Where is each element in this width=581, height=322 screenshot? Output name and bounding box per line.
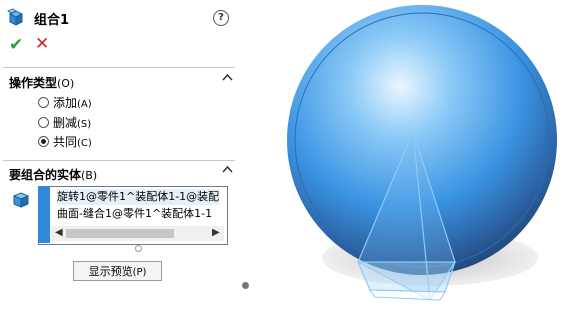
resize-handle[interactable]	[135, 245, 142, 252]
list-item[interactable]: 曲面-缝合1@零件1^装配体1-1	[57, 206, 212, 222]
radio-add[interactable]: 添加(A)	[38, 94, 92, 110]
radio-common-label: 共同(C)	[53, 134, 92, 149]
operation-type-title: 操作类型	[9, 76, 58, 90]
radio-common-control[interactable]	[38, 135, 49, 147]
ok-button[interactable]: ✔	[9, 37, 23, 54]
show-preview-button[interactable]: 显示预览(P)	[73, 261, 162, 281]
bodies-to-combine-header[interactable]: 要组合的实体(B)	[9, 166, 97, 183]
list-item[interactable]: 旋转1@零件1^装配体1-1@装配	[57, 189, 220, 205]
divider	[3, 67, 235, 68]
cancel-button[interactable]: ✕	[35, 36, 49, 53]
feature-title: 组合1	[34, 12, 70, 28]
operation-type-header[interactable]: 操作类型(O)	[9, 74, 74, 91]
radio-add-control[interactable]	[38, 96, 49, 108]
model-view	[287, 5, 557, 301]
pyramid-base-rim	[369, 289, 446, 301]
bodies-to-combine-shortcut: (B)	[81, 169, 98, 182]
scroll-right-icon[interactable]: ▶	[212, 227, 220, 238]
radio-add-label: 添加(A)	[53, 95, 92, 110]
chevron-up-icon[interactable]	[222, 72, 233, 86]
property-manager-panel: 组合1 ? ✔ ✕ 操作类型(O) 添加(A) 删减(S) 共同(C) 要组合的…	[0, 0, 243, 322]
help-button[interactable]: ?	[213, 10, 229, 26]
panel-splitter[interactable]	[242, 0, 250, 322]
scroll-thumb[interactable]	[66, 229, 174, 238]
divider	[3, 160, 235, 161]
radio-subtract-control[interactable]	[38, 116, 49, 128]
pyramid-base	[357, 261, 456, 293]
list-selection-accent	[38, 186, 50, 243]
graphics-viewport[interactable]	[250, 0, 581, 322]
scroll-left-icon[interactable]: ◀	[55, 227, 63, 238]
radio-common[interactable]: 共同(C)	[38, 133, 92, 149]
radio-subtract-label: 删减(S)	[53, 115, 92, 130]
radio-subtract[interactable]: 删减(S)	[38, 114, 91, 130]
horizontal-scrollbar[interactable]: ◀ ▶	[50, 226, 224, 241]
solid-body-icon	[12, 192, 30, 208]
operation-type-shortcut: (O)	[57, 77, 75, 90]
combine-feature-icon	[7, 8, 24, 26]
bodies-to-combine-title: 要组合的实体	[9, 168, 82, 182]
collapse-handle[interactable]	[242, 282, 249, 289]
feature-title-row: 组合1	[6, 8, 69, 28]
chevron-up-icon[interactable]	[222, 164, 233, 178]
